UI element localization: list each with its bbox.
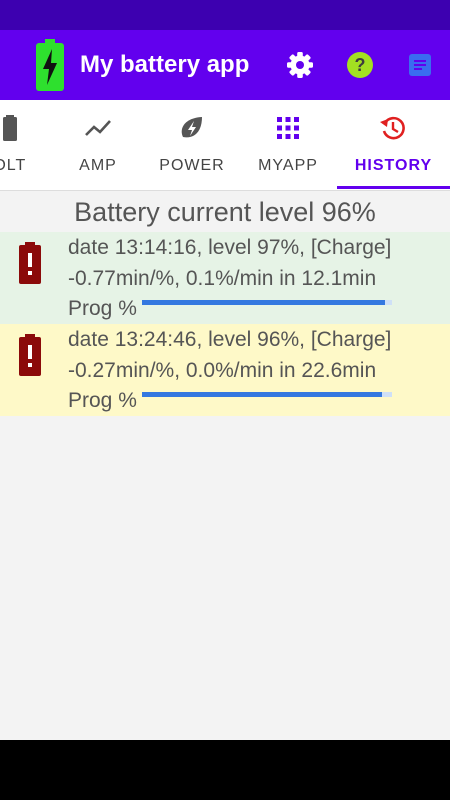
svg-text:?: ? <box>355 55 366 75</box>
tab-myapp[interactable]: MYAPP <box>240 100 336 190</box>
tab-label: POWER <box>159 157 225 174</box>
progress-fill <box>142 300 385 305</box>
tab-bar: VOLT AMP POWER MYAPP HISTORY <box>0 100 450 191</box>
entry-line-rate: -0.27min/%, 0.0%/min in 22.6min <box>68 359 377 382</box>
grid-icon <box>277 117 299 139</box>
trend-line-icon <box>85 120 111 136</box>
app-bar: My battery app ? <box>0 30 450 100</box>
battery-icon <box>3 115 17 141</box>
help-icon[interactable]: ? <box>345 50 375 80</box>
battery-alert-icon <box>19 242 41 284</box>
tab-label: VOLT <box>0 157 27 174</box>
tab-label: AMP <box>79 157 117 174</box>
tab-history[interactable]: HISTORY <box>337 100 450 190</box>
eco-bolt-icon <box>181 117 202 138</box>
history-icon <box>380 116 405 140</box>
tab-label: MYAPP <box>258 157 318 174</box>
app-title: My battery app <box>80 51 250 78</box>
battery-alert-icon <box>19 334 41 376</box>
history-entry[interactable]: date 13:24:46, level 96%, [Charge] -0.27… <box>0 324 450 416</box>
entry-prog-label: Prog % <box>68 389 137 412</box>
battery-charging-logo <box>36 39 64 91</box>
entry-prog-label: Prog % <box>68 297 137 320</box>
system-nav-bar <box>0 740 450 800</box>
progress-bar <box>142 392 392 397</box>
history-content: Battery current level 96% date 13:14:16,… <box>0 191 450 740</box>
progress-fill <box>142 392 382 397</box>
tab-amp[interactable]: AMP <box>48 100 148 190</box>
tab-label: HISTORY <box>354 157 433 174</box>
entry-line-date: date 13:14:16, level 97%, [Charge] <box>68 236 392 259</box>
tab-indicator <box>337 186 450 189</box>
progress-bar <box>142 300 392 305</box>
entry-line-date: date 13:24:46, level 96%, [Charge] <box>68 328 392 351</box>
tab-volt[interactable]: VOLT <box>0 100 48 190</box>
notes-icon[interactable] <box>405 50 435 80</box>
settings-icon[interactable] <box>285 50 315 80</box>
history-entry[interactable]: date 13:14:16, level 97%, [Charge] -0.77… <box>0 232 450 325</box>
entry-line-rate: -0.77min/%, 0.1%/min in 12.1min <box>68 267 377 290</box>
status-bar <box>0 0 450 30</box>
battery-level-title: Battery current level 96% <box>74 197 376 227</box>
tab-power[interactable]: POWER <box>148 100 236 190</box>
